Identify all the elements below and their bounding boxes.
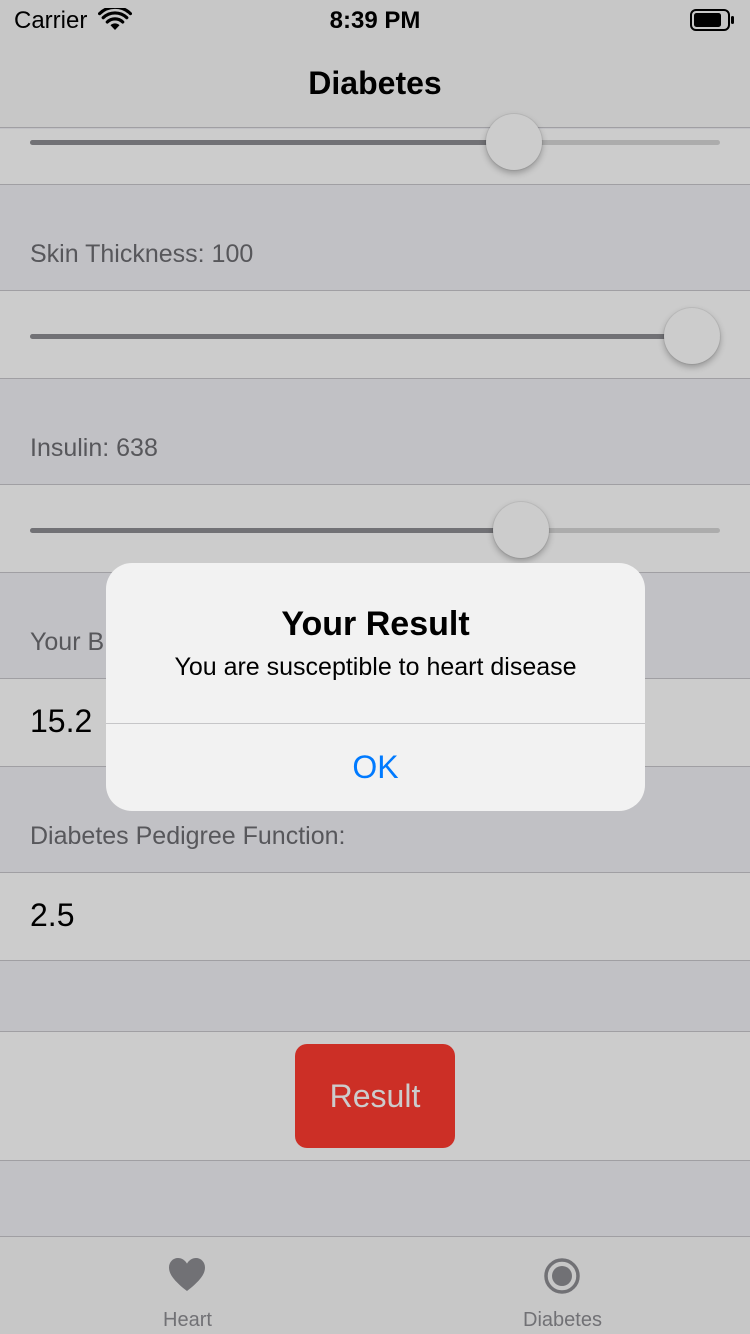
result-alert: Your Result You are susceptible to heart… xyxy=(106,563,645,811)
alert-title: Your Result xyxy=(281,605,470,643)
alert-message: You are susceptible to heart disease xyxy=(174,653,577,681)
alert-ok-button[interactable]: OK xyxy=(106,724,645,811)
